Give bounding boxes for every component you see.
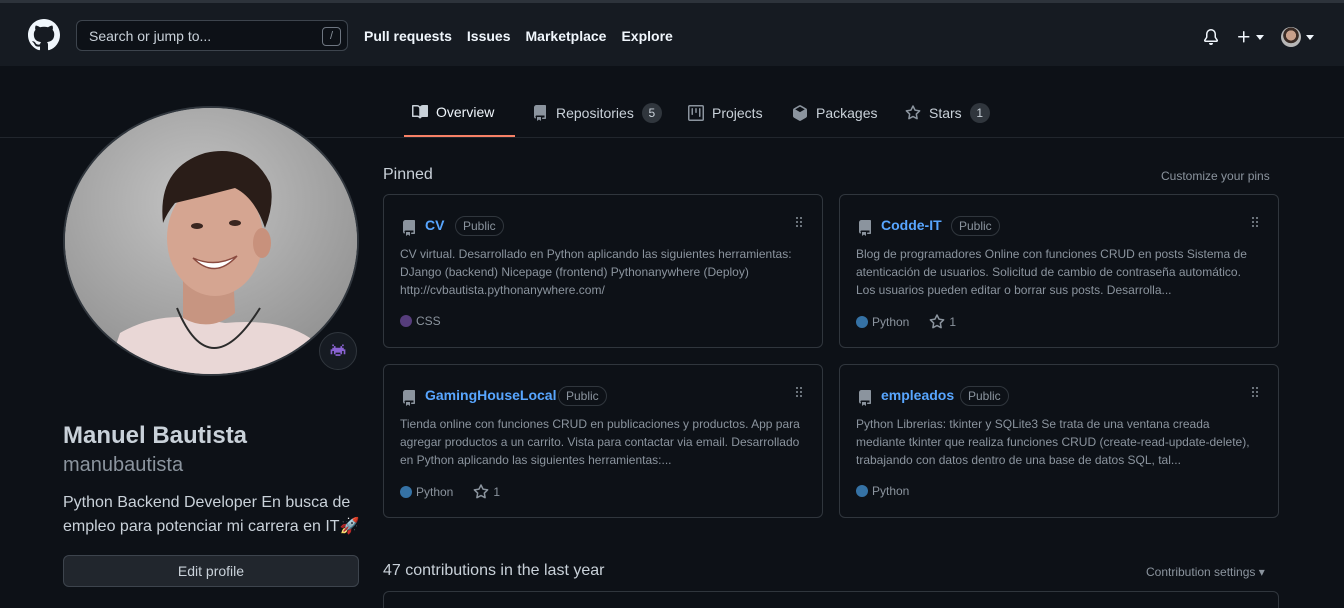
package-icon — [793, 104, 807, 121]
language-color-dot — [400, 315, 412, 327]
edit-profile-button[interactable]: Edit profile — [63, 555, 359, 587]
search-input[interactable] — [77, 21, 347, 50]
drag-handle-icon[interactable] — [796, 217, 802, 227]
nav-pull-requests[interactable]: Pull requests — [364, 27, 452, 45]
pinned-repo-card: empleados Public Python Librerias: tkint… — [839, 364, 1279, 518]
repo-stars-count: 1 — [493, 485, 501, 499]
nav-issues[interactable]: Issues — [467, 27, 511, 45]
repo-language: CSS — [416, 314, 441, 328]
language-color-dot — [400, 486, 412, 498]
repo-icon — [859, 390, 871, 406]
user-menu[interactable] — [1281, 27, 1314, 47]
repo-icon — [403, 390, 415, 406]
repo-meta: Python 1 — [856, 314, 956, 330]
tab-projects[interactable]: Projects — [680, 88, 771, 137]
contribution-graph-box — [383, 591, 1279, 608]
search-box[interactable]: / — [76, 20, 348, 51]
visibility-badge: Public — [455, 216, 504, 236]
repo-language: Python — [416, 485, 454, 499]
pinned-repo-card: CV Public CV virtual. Desarrollado en Py… — [383, 194, 823, 348]
repo-description: CV virtual. Desarrollado en Python aplic… — [400, 247, 792, 297]
create-new-dropdown[interactable] — [1236, 29, 1264, 45]
tab-stars-label: Stars — [929, 104, 962, 121]
language-color-dot — [856, 316, 868, 328]
stars-count-badge: 1 — [969, 102, 990, 123]
star-icon — [905, 104, 921, 119]
space-invader-icon — [330, 344, 346, 356]
tab-stars[interactable]: Stars 1 — [897, 88, 998, 137]
repo-stars-count: 1 — [949, 315, 957, 329]
profile-photo — [65, 108, 357, 374]
drag-handle-icon[interactable] — [1252, 217, 1258, 227]
tab-projects-label: Projects — [712, 104, 763, 121]
repo-stars-link[interactable]: 1 — [473, 484, 500, 500]
repo-name-link[interactable]: Codde-IT — [881, 217, 942, 233]
profile-name: Manuel Bautista — [63, 422, 248, 449]
contribution-settings-dropdown[interactable]: Contribution settings ▾ — [1146, 565, 1265, 579]
repositories-count-badge: 5 — [641, 102, 662, 123]
repo-language: Python — [872, 484, 910, 498]
repo-language: Python — [872, 315, 910, 329]
profile-bio: Python Backend Developer En busca de emp… — [63, 494, 360, 535]
repo-icon — [859, 220, 871, 236]
book-icon — [412, 104, 428, 118]
star-icon — [929, 314, 945, 329]
drag-handle-icon[interactable] — [796, 387, 802, 397]
caret-down-icon: ▾ — [1258, 565, 1265, 579]
repo-description: Python Librerias: tkinter y SQLite3 Se t… — [856, 417, 1250, 467]
slash-shortcut-key: / — [322, 27, 341, 46]
contribution-settings-label: Contribution settings — [1146, 565, 1256, 579]
visibility-badge: Public — [558, 386, 607, 406]
tab-repositories[interactable]: Repositories 5 — [524, 88, 670, 137]
github-logo-icon[interactable] — [28, 19, 60, 51]
profile-avatar[interactable] — [63, 106, 359, 376]
caret-down-icon — [1256, 34, 1264, 40]
pinned-heading: Pinned — [383, 166, 433, 183]
tab-repositories-label: Repositories — [556, 104, 634, 121]
global-nav: Pull requests Issues Marketplace Explore — [364, 27, 673, 45]
language-color-dot — [856, 485, 868, 497]
plus-icon — [1238, 31, 1250, 43]
repo-stars-link[interactable]: 1 — [929, 314, 956, 330]
repo-name-link[interactable]: CV — [425, 217, 444, 233]
contributions-heading: 47 contributions in the last year — [383, 562, 605, 579]
repo-name-link[interactable]: empleados — [881, 387, 954, 403]
pinned-repo-card: Codde-IT Public Blog de programadores On… — [839, 194, 1279, 348]
tab-overview-label: Overview — [436, 103, 495, 120]
status-emoji-button[interactable] — [319, 332, 357, 370]
repo-meta: Python — [856, 484, 909, 498]
repo-meta: Python 1 — [400, 484, 500, 500]
tab-packages-label: Packages — [816, 104, 878, 121]
repo-description: Tienda online con funciones CRUD en publ… — [400, 417, 800, 467]
drag-handle-icon[interactable] — [1252, 387, 1258, 397]
profile-username: manubautista — [63, 454, 184, 476]
nav-explore[interactable]: Explore — [621, 27, 672, 45]
repo-icon — [534, 104, 546, 121]
repo-name-link[interactable]: GamingHouseLocal — [425, 387, 556, 403]
project-icon — [688, 104, 704, 121]
repo-description: Blog de programadores Online con funcion… — [856, 247, 1247, 297]
nav-marketplace[interactable]: Marketplace — [526, 27, 607, 45]
repo-meta: CSS — [400, 314, 441, 328]
global-header: / Pull requests Issues Marketplace Explo… — [0, 0, 1344, 66]
customize-pins-link[interactable]: Customize your pins — [1161, 169, 1270, 183]
tab-packages[interactable]: Packages — [784, 88, 885, 137]
pinned-repo-card: GamingHouseLocal Public Tienda online co… — [383, 364, 823, 518]
visibility-badge: Public — [960, 386, 1009, 406]
star-icon — [473, 484, 489, 499]
notifications-bell-icon[interactable] — [1203, 29, 1219, 45]
visibility-badge: Public — [951, 216, 1000, 236]
repo-icon — [403, 220, 415, 236]
caret-down-icon — [1306, 34, 1314, 40]
user-avatar — [1281, 27, 1301, 47]
tab-overview[interactable]: Overview — [404, 88, 515, 137]
